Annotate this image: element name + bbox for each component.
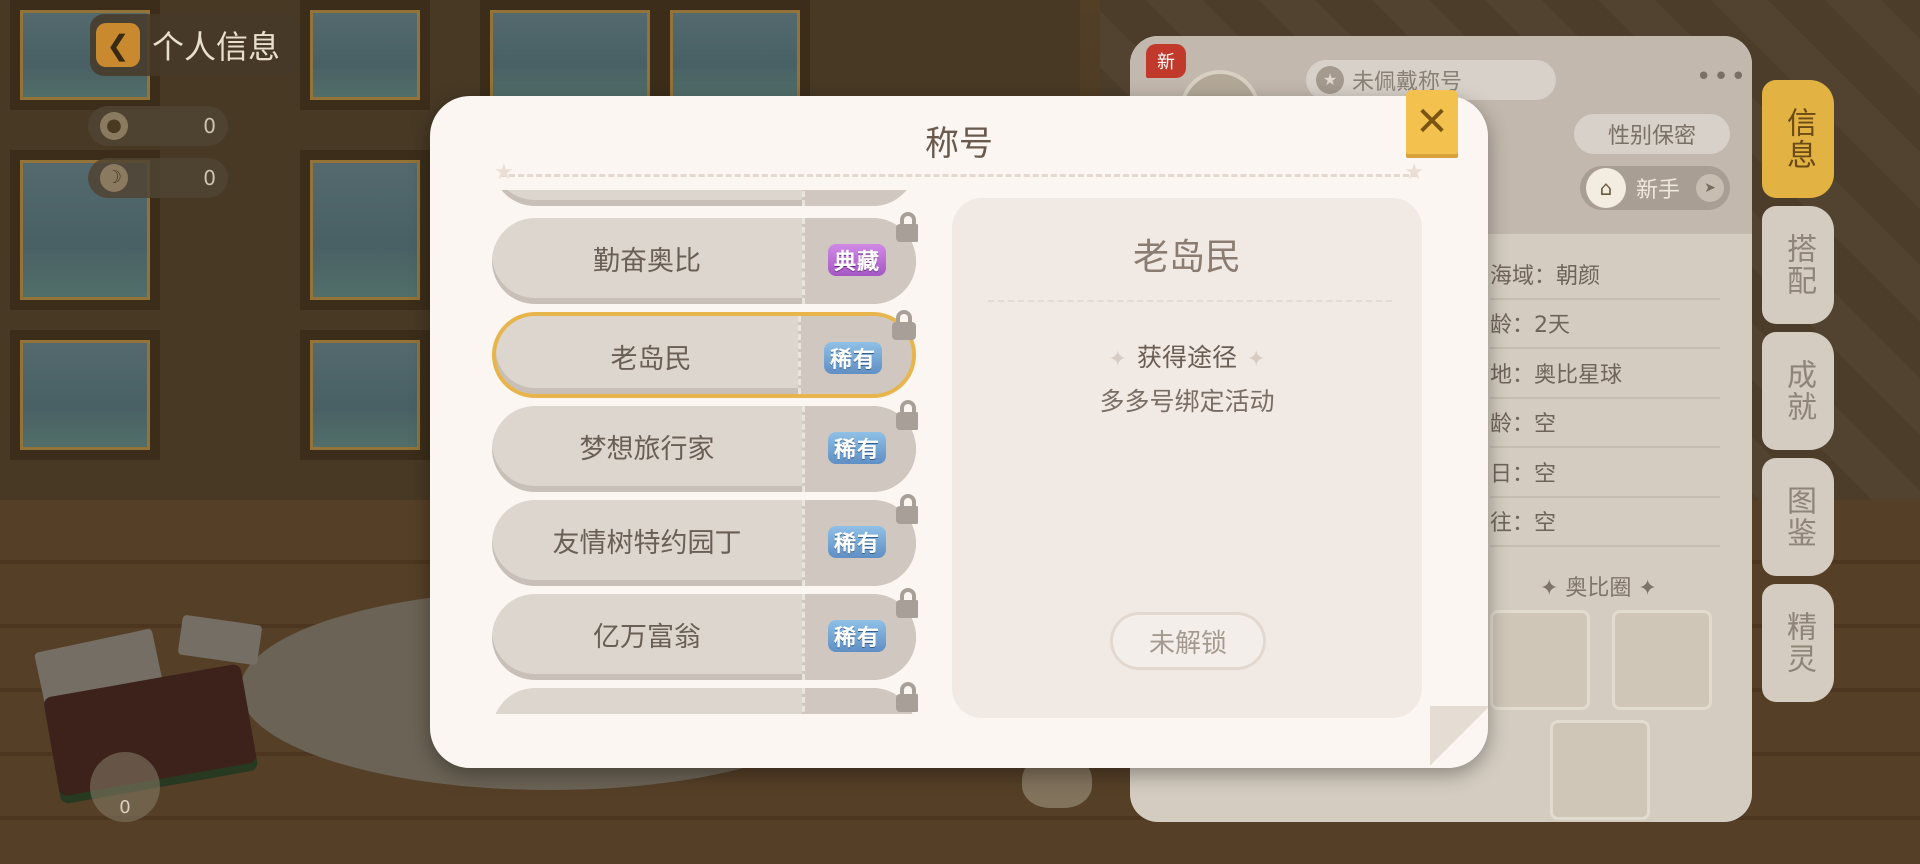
info-text: 地：奥比星球 xyxy=(1490,362,1623,388)
list-item[interactable]: 亿万富翁 稀有 xyxy=(492,588,918,680)
lock-icon xyxy=(896,212,918,242)
list-item-selected[interactable]: 老岛民 稀有 xyxy=(492,310,916,398)
moon-icon: ☽ xyxy=(100,164,128,192)
lock-icon xyxy=(896,682,918,712)
lock-icon xyxy=(896,400,918,430)
info-row: 海域：朝颜 xyxy=(1490,250,1720,300)
page-fold xyxy=(1430,706,1488,768)
star-decoration-icon: ★ xyxy=(494,160,514,185)
tab-outfit[interactable]: 搭配 xyxy=(1762,206,1834,324)
stat-value: 0 xyxy=(203,166,216,190)
photo-slot[interactable] xyxy=(1550,720,1650,820)
info-text: 龄：2天 xyxy=(1490,313,1570,339)
title-name: 梦想旅行家 xyxy=(579,433,715,465)
sparkle-icon: ✦ xyxy=(1108,347,1127,372)
title-name: 老岛民 xyxy=(610,343,692,375)
rarity-badge: 稀有 xyxy=(827,620,886,652)
stat-counter-bear: ● 0 xyxy=(88,106,228,146)
title-list[interactable]: 勤奋奥比 典藏 老岛民 稀有 梦想旅行家 稀有 友情树特约园丁 稀有 亿万富翁 … xyxy=(492,190,918,714)
info-row: 往：空 xyxy=(1490,498,1720,547)
gender-value: 性别保密 xyxy=(1607,124,1696,149)
info-row: 龄：2天 xyxy=(1490,300,1720,349)
more-options-icon[interactable]: ••• xyxy=(1696,62,1748,92)
bottom-counter-value: 0 xyxy=(119,797,131,818)
info-text: 海域：朝颜 xyxy=(1490,263,1601,289)
close-button[interactable]: ✕ xyxy=(1406,90,1458,154)
list-item[interactable]: 勤奋奥比 典藏 xyxy=(492,212,918,304)
rarity-badge: 稀有 xyxy=(827,526,886,558)
photo-slot[interactable] xyxy=(1490,610,1590,710)
title-name xyxy=(492,688,802,714)
lock-icon xyxy=(896,588,918,618)
detail-title: 老岛民 xyxy=(1132,237,1241,278)
title-detail-card: 老岛民 ✦ 获得途径 ✦ 多多号绑定活动 未解锁 xyxy=(952,198,1422,718)
rank-label: 新手 xyxy=(1636,178,1681,203)
info-text: 日：空 xyxy=(1490,461,1557,487)
divider xyxy=(988,300,1392,302)
rarity-badge: 稀有 xyxy=(823,342,882,374)
rarity-badge: 典藏 xyxy=(827,244,886,276)
info-text: 往：空 xyxy=(1490,511,1557,537)
house-icon: ⌂ xyxy=(1586,168,1626,208)
lock-icon xyxy=(892,310,916,340)
info-text: 龄：空 xyxy=(1490,412,1557,438)
arrow-right-icon: ➤ xyxy=(1696,174,1724,202)
source-label-row: ✦ 获得途径 ✦ xyxy=(952,338,1422,374)
rarity-zone xyxy=(802,190,916,206)
rarity-badge: 稀有 xyxy=(827,432,886,464)
tab-sprite[interactable]: 精灵 xyxy=(1762,584,1834,702)
back-arrow-icon: ❮ xyxy=(96,23,140,67)
source-label: 获得途径 xyxy=(1136,343,1237,372)
back-label: 个人信息 xyxy=(152,28,281,66)
back-button[interactable]: ❮ 个人信息 xyxy=(90,14,300,76)
locked-button-label: 未解锁 xyxy=(1148,628,1227,659)
info-row: 地：奥比星球 xyxy=(1490,349,1720,399)
sparkle-icon: ✦ xyxy=(1247,347,1266,372)
title-name: 友情树特约园丁 xyxy=(552,527,742,559)
list-item[interactable]: 友情树特约园丁 稀有 xyxy=(492,494,918,586)
tab-collection[interactable]: 图鉴 xyxy=(1762,458,1834,576)
photo-slot[interactable] xyxy=(1612,610,1712,710)
locked-button[interactable]: 未解锁 xyxy=(1110,612,1266,670)
title-name: 亿万富翁 xyxy=(593,621,701,653)
new-badge: 新 xyxy=(1146,44,1186,78)
bottom-counter[interactable]: 0 xyxy=(90,752,160,822)
title-name xyxy=(492,190,802,200)
star-decoration-icon: ★ xyxy=(1404,160,1424,185)
obi-circle-label: ✦ 奥比圈 ✦ xyxy=(1540,576,1657,601)
list-item[interactable] xyxy=(492,190,916,206)
gender-field[interactable]: 性别保密 xyxy=(1574,114,1730,154)
stat-counter-moon: ☽ 0 xyxy=(88,158,228,198)
rank-badge[interactable]: ⌂ 新手 ➤ xyxy=(1580,166,1730,210)
star-icon: ★ xyxy=(1316,66,1344,94)
bear-icon: ● xyxy=(100,112,128,140)
close-icon: ✕ xyxy=(1415,99,1449,145)
list-item[interactable]: 梦想旅行家 稀有 xyxy=(492,400,918,492)
list-item[interactable] xyxy=(492,682,918,714)
stat-value: 0 xyxy=(203,114,216,138)
tab-info[interactable]: 信息 xyxy=(1762,80,1834,198)
modal-title: 称号 xyxy=(925,124,993,164)
lock-icon xyxy=(896,494,918,524)
info-row: 龄：空 xyxy=(1490,399,1720,448)
source-description: 多多号绑定活动 xyxy=(1099,387,1275,416)
profile-info-list: 海域：朝颜 龄：2天 地：奥比星球 龄：空 日：空 往：空 xyxy=(1490,250,1720,547)
title-name: 勤奋奥比 xyxy=(593,245,701,277)
info-row: 日：空 xyxy=(1490,448,1720,498)
divider xyxy=(500,174,1418,177)
tab-achievement[interactable]: 成就 xyxy=(1762,332,1834,450)
